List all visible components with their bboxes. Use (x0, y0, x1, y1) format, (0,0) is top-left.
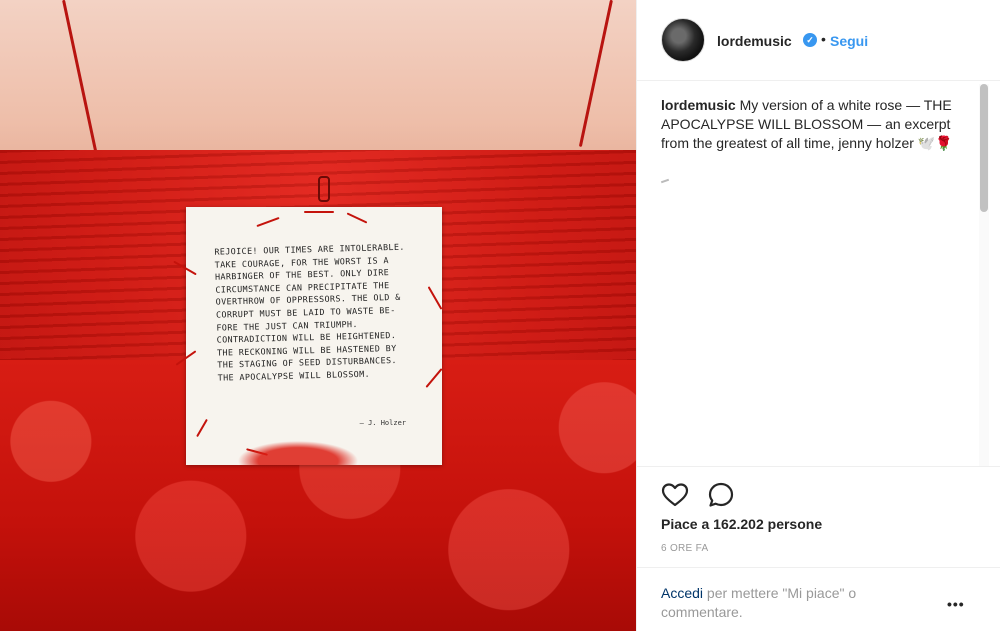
more-options-icon[interactable]: ••• (947, 596, 965, 612)
post-header: lordemusic ✓ • Segui (637, 0, 1000, 81)
pin (425, 368, 443, 388)
post-actions: Piace a 162.202 persone 6 ORE FA Accedi … (637, 466, 1000, 620)
avatar[interactable] (661, 18, 705, 62)
post-photo[interactable]: Rejoice! Our times are intolerable. Take… (0, 0, 636, 631)
pin (304, 211, 334, 213)
login-prompt-text: Accedi per mettere "Mi piace" o commenta… (661, 584, 901, 622)
heart-icon[interactable] (661, 481, 689, 509)
caption-username[interactable]: lordemusic (661, 97, 736, 113)
pin (427, 286, 443, 310)
handwritten-card: Rejoice! Our times are intolerable. Take… (173, 207, 443, 465)
post-timestamp[interactable]: 6 ORE FA (661, 543, 708, 554)
likes-count[interactable]: Piace a 162.202 persone (661, 516, 822, 532)
header-separator: • (821, 31, 826, 47)
caption-stray-mark (660, 178, 670, 184)
pin (346, 212, 368, 224)
comments-scrollbar-thumb[interactable] (980, 84, 988, 212)
comment-icon[interactable] (707, 481, 735, 509)
pin (256, 216, 280, 228)
follow-button[interactable]: Segui (830, 33, 868, 49)
action-icons (661, 481, 749, 509)
pin (196, 418, 208, 438)
dress-zipper (318, 168, 330, 208)
card-handwriting: Rejoice! Our times are intolerable. Take… (214, 240, 423, 384)
login-prompt: Accedi per mettere "Mi piace" o commenta… (637, 567, 1000, 633)
post-caption: lordemusic My version of a white rose — … (661, 96, 957, 153)
verified-badge-icon: ✓ (803, 33, 817, 47)
post-sidebar: lordemusic ✓ • Segui lordemusic My versi… (636, 0, 1000, 631)
login-link[interactable]: Accedi (661, 585, 703, 601)
header-username[interactable]: lordemusic (717, 33, 792, 49)
tulle-overlap (226, 425, 406, 465)
